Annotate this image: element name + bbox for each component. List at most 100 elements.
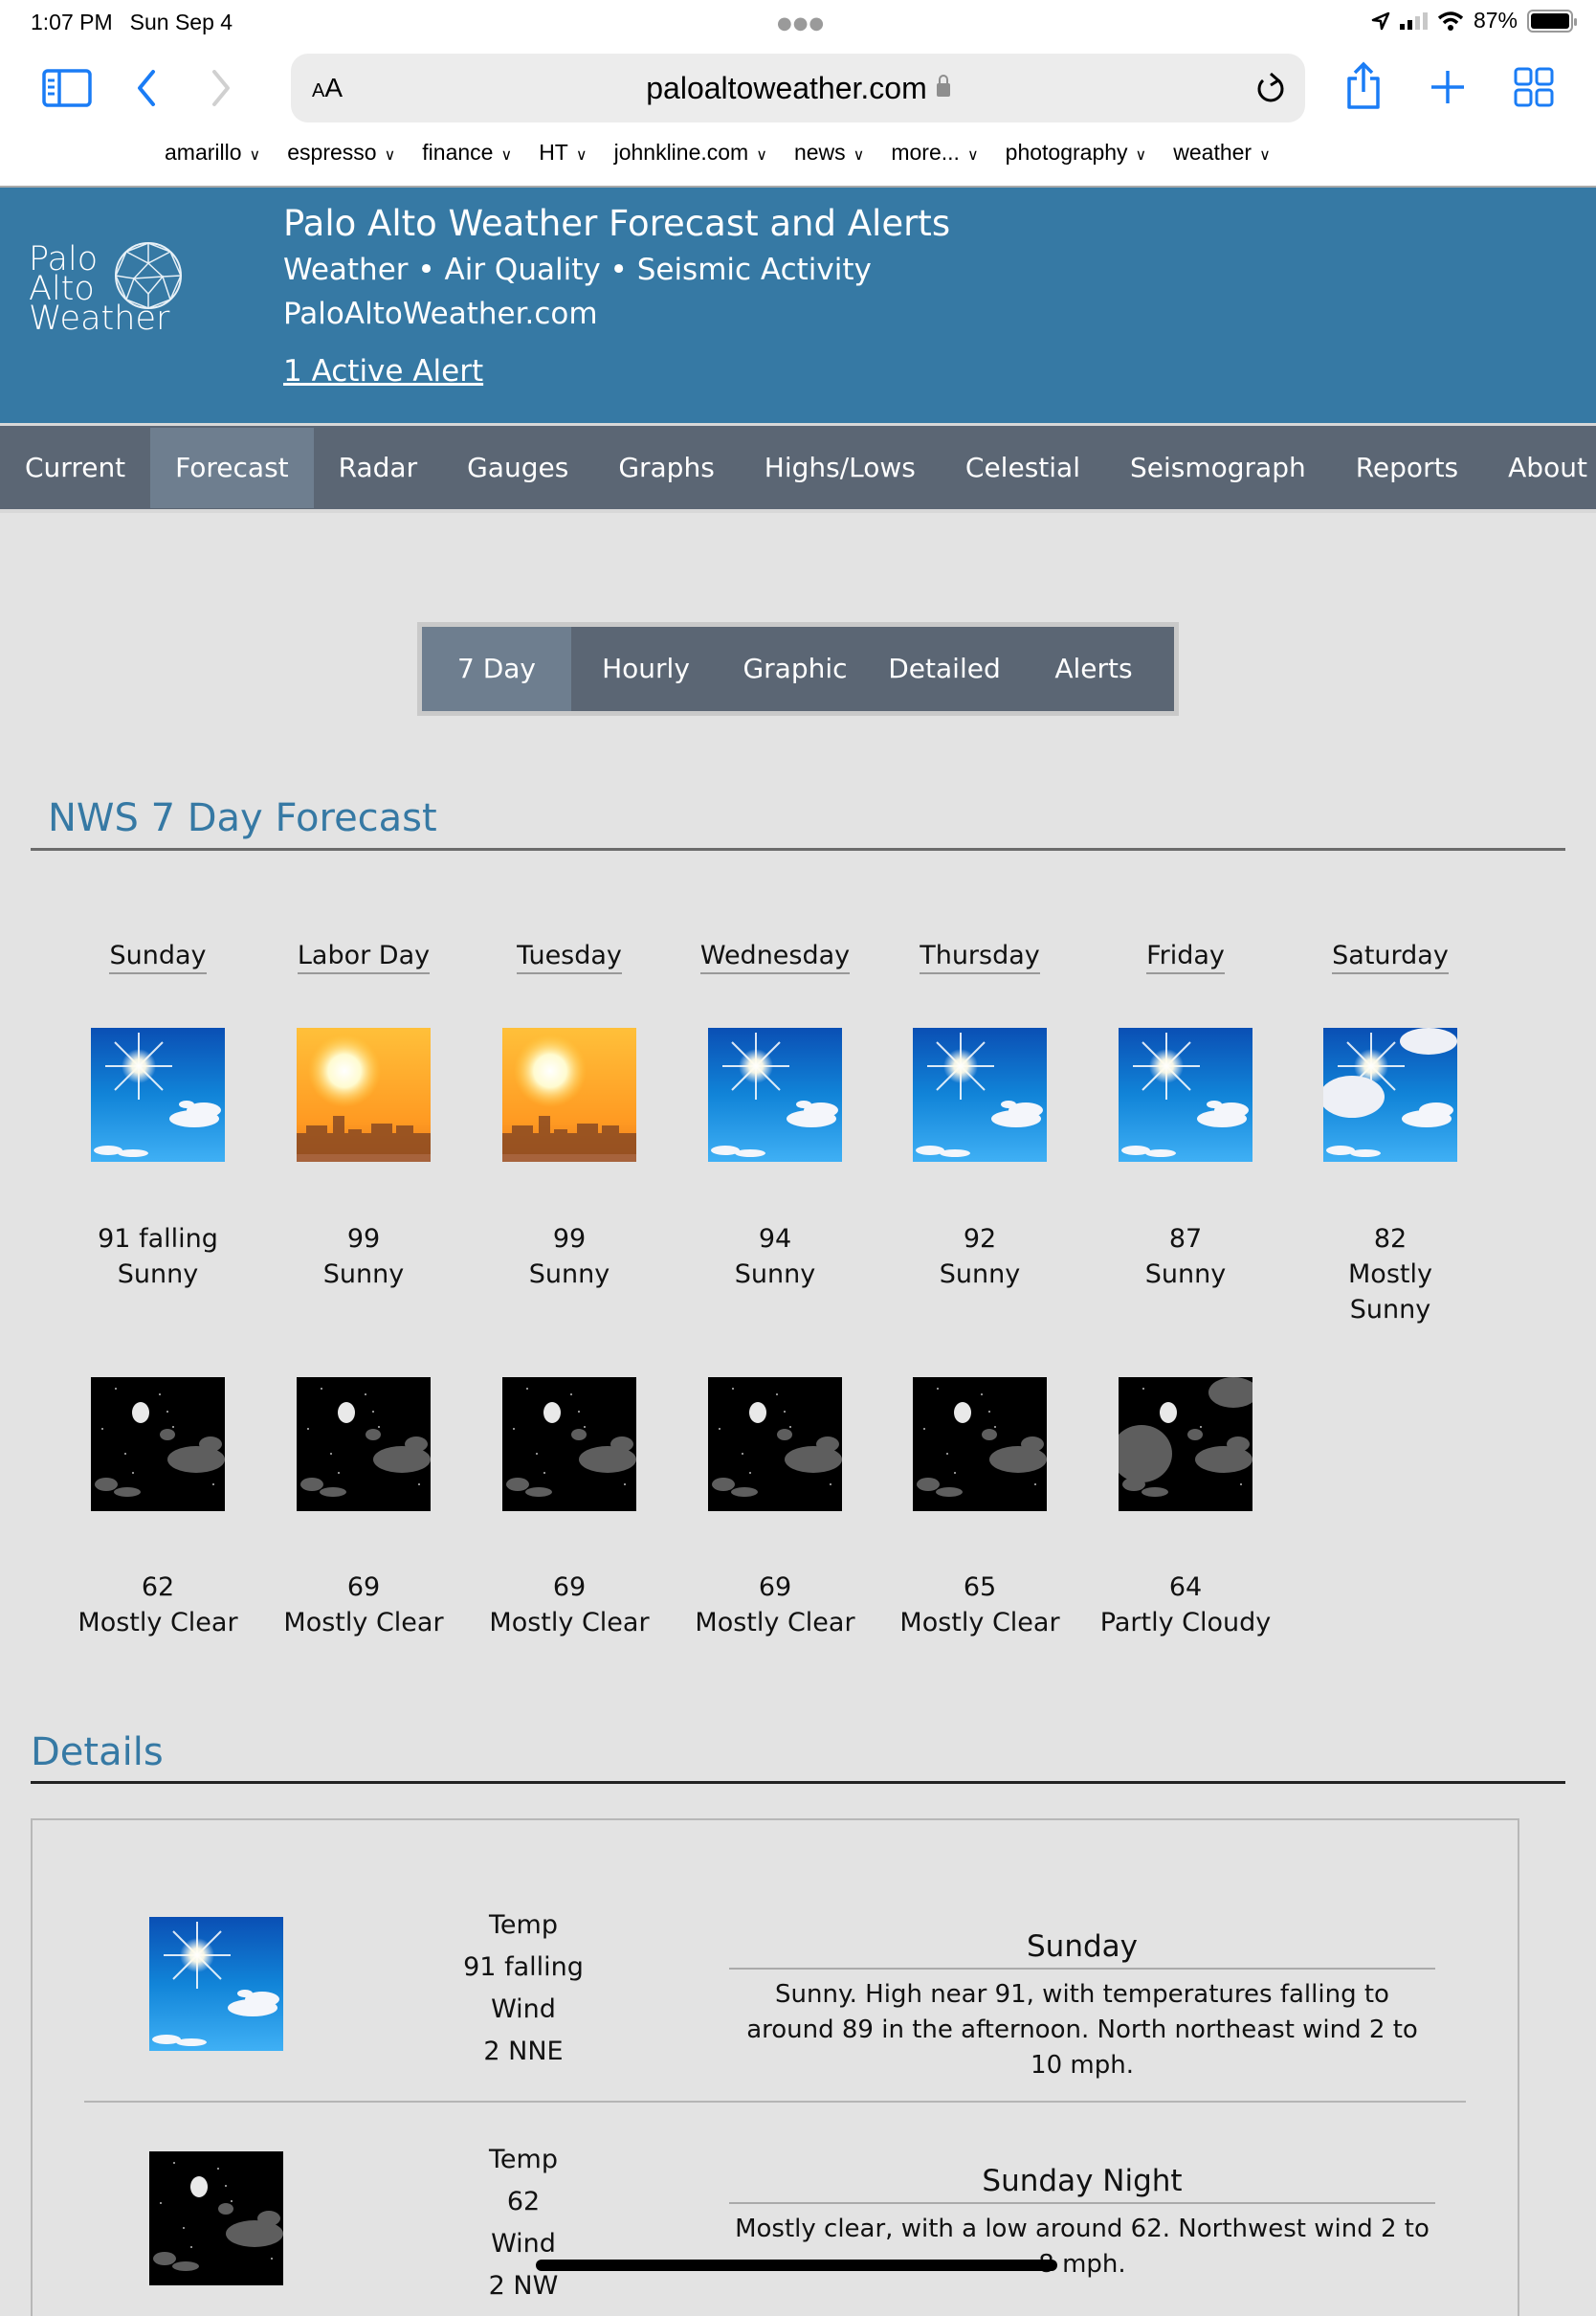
nav-forecast[interactable]: Forecast [150, 427, 314, 508]
nav-radar[interactable]: Radar [314, 428, 442, 508]
status-time: 1:07 PM Sun Sep 4 [31, 10, 233, 35]
detail-stats: Temp 91 falling Wind 2 NNE [428, 1904, 619, 2073]
day-condition: Sunny [734, 1259, 816, 1289]
mostly-clear-night-icon [502, 1377, 636, 1511]
sunny-icon [1119, 1028, 1252, 1162]
chevron-down-icon: ∨ [384, 147, 396, 164]
url-field[interactable]: paloaltoweather.com [291, 71, 1305, 106]
day-name-label: Saturday [1332, 941, 1449, 974]
nav-seismograph[interactable]: Seismograph [1105, 428, 1331, 508]
wifi-icon [1437, 11, 1464, 31]
night-forecast-text: 69 Mostly Clear [474, 1570, 665, 1640]
status-date: Sun Sep 4 [129, 10, 233, 34]
day-temp: 91 falling [98, 1224, 218, 1254]
nav-celestial[interactable]: Celestial [941, 428, 1105, 508]
detail-period-title: Sunday [729, 1929, 1435, 1970]
day-name: Labor Day [268, 941, 459, 974]
wind-label: Wind [491, 1994, 556, 2024]
sunny-icon [91, 1028, 225, 1162]
page-title: Palo Alto Weather Forecast and Alerts [283, 203, 951, 244]
night-condition: Mostly Clear [78, 1608, 238, 1637]
bookmark-folder[interactable]: weather ∨ [1173, 140, 1271, 166]
day-temp: 99 [346, 1224, 381, 1254]
page-subtitle: Weather • Air Quality • Seismic Activity [283, 253, 872, 287]
day-forecast-text: 87 Sunny [1090, 1221, 1281, 1292]
tab-alerts[interactable]: Alerts [1019, 627, 1168, 711]
bookmark-folder[interactable]: photography ∨ [1006, 140, 1147, 166]
location-icon [1371, 11, 1390, 30]
bookmark-folder[interactable]: johnkline.com ∨ [614, 140, 767, 166]
forecast-tabs: 7 Day Hourly Graphic Detailed Alerts [417, 622, 1179, 716]
night-condition: Mostly Clear [899, 1608, 1060, 1637]
temp-value: 62 [506, 2187, 541, 2216]
tab-7-day[interactable]: 7 Day [422, 627, 571, 711]
tab-graphic[interactable]: Graphic [720, 627, 870, 711]
hot-icon [502, 1028, 636, 1162]
day-temp: 92 [963, 1224, 997, 1254]
night-forecast-text: 65 Mostly Clear [884, 1570, 1075, 1640]
battery-icon [1527, 9, 1577, 33]
wind-value: 2 NNE [483, 2037, 564, 2066]
detail-stats: Temp 62 Wind 2 NW [428, 2139, 619, 2307]
tab-detailed[interactable]: Detailed [870, 627, 1019, 711]
nav-graphs[interactable]: Graphs [593, 428, 739, 508]
nav-highs-lows[interactable]: Highs/Lows [740, 428, 941, 508]
new-tab-icon[interactable] [1430, 69, 1466, 105]
details-section-title: Details [31, 1730, 164, 1774]
sunny-icon [708, 1028, 842, 1162]
bookmark-folder[interactable]: finance ∨ [422, 140, 512, 166]
main-nav: Current Forecast Radar Gauges Graphs Hig… [0, 423, 1596, 513]
day-name: Wednesday [679, 941, 871, 974]
system-indicators: 87% [1371, 8, 1577, 33]
bookmark-folder[interactable]: more... ∨ [891, 140, 978, 166]
nav-current[interactable]: Current [0, 428, 150, 508]
battery-percent: 87% [1473, 8, 1518, 33]
sunny-icon [149, 1917, 283, 2051]
active-alert-link[interactable]: 1 Active Alert [283, 354, 483, 389]
reload-icon[interactable] [1253, 71, 1286, 107]
mostly-clear-night-icon [297, 1377, 431, 1511]
back-icon[interactable] [134, 69, 159, 107]
favorites-bar: amarillo ∨ espresso ∨ finance ∨ HT ∨ johnkli… [165, 140, 1271, 166]
address-bar[interactable]: AA paloaltoweather.com [291, 54, 1305, 122]
tab-hourly[interactable]: Hourly [571, 627, 720, 711]
partly-cloudy-night-icon [1119, 1377, 1252, 1511]
bookmark-folder[interactable]: HT ∨ [539, 140, 587, 166]
nav-reports[interactable]: Reports [1331, 428, 1483, 508]
temp-label: Temp [489, 2145, 558, 2174]
night-forecast-text: 69 Mostly Clear [268, 1570, 459, 1640]
row-divider [84, 2101, 1466, 2103]
nav-gauges[interactable]: Gauges [442, 428, 593, 508]
detail-description: Mostly clear, with a low around 62. Nort… [735, 2215, 1430, 2279]
day-name-label: Friday [1146, 941, 1225, 974]
wind-value: 2 NW [488, 2271, 559, 2301]
multitask-dots-icon[interactable]: ●●● [777, 13, 825, 33]
day-name: Thursday [884, 941, 1075, 974]
share-icon[interactable] [1343, 61, 1384, 111]
night-temp: 62 [141, 1572, 175, 1602]
day-forecast-text: 92 Sunny [884, 1221, 1075, 1292]
tabs-overview-icon[interactable] [1514, 67, 1554, 107]
day-temp: 99 [552, 1224, 587, 1254]
site-name: PaloAltoWeather.com [283, 297, 598, 331]
sidebar-icon[interactable] [42, 69, 92, 107]
forward-icon[interactable] [209, 69, 233, 107]
day-temp: 94 [758, 1224, 792, 1254]
day-condition: Mostly Sunny [1348, 1259, 1432, 1325]
temp-label: Temp [489, 1910, 558, 1940]
divider [31, 848, 1565, 851]
home-indicator[interactable] [536, 2260, 1057, 2271]
mostly-clear-night-icon [913, 1377, 1047, 1511]
bookmark-folder[interactable]: amarillo ∨ [165, 140, 260, 166]
chevron-down-icon: ∨ [575, 147, 587, 164]
day-temp: 82 [1373, 1224, 1408, 1254]
url-text: paloaltoweather.com [646, 71, 927, 105]
nav-about[interactable]: About [1483, 428, 1596, 508]
day-forecast-text: 99 Sunny [474, 1221, 665, 1292]
day-name-label: Thursday [920, 941, 1040, 974]
bookmark-folder[interactable]: espresso ∨ [287, 140, 395, 166]
bookmark-folder[interactable]: news ∨ [794, 140, 864, 166]
night-forecast-text: 64 Partly Cloudy [1090, 1570, 1281, 1640]
day-condition: Sunny [117, 1259, 199, 1289]
lock-icon [936, 75, 950, 97]
